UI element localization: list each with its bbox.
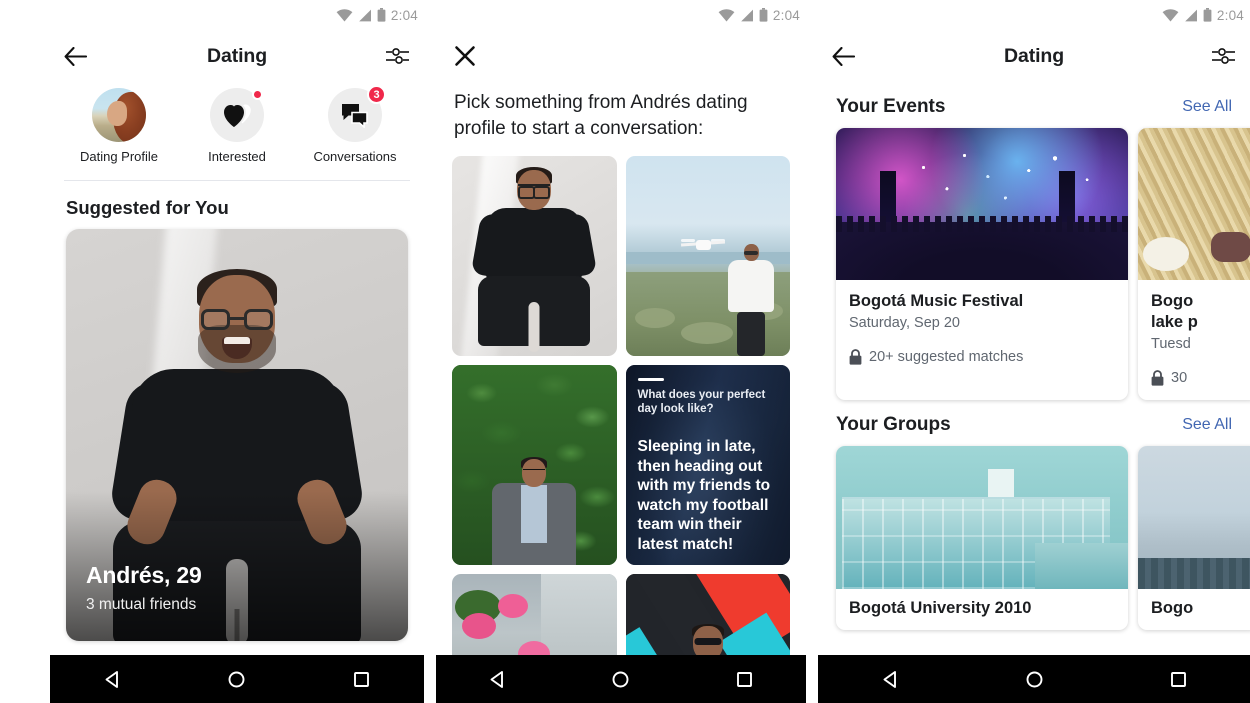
home-circle-icon[interactable]	[227, 670, 246, 689]
group-card[interactable]: Bogo	[1138, 446, 1250, 630]
photo-studio-portrait[interactable]	[452, 156, 617, 356]
shortcut-conversations[interactable]: 3 Conversations	[299, 85, 411, 164]
event-date: Saturday, Sep 20	[849, 315, 960, 331]
groups-carousel[interactable]: Bogotá University 2010 Bogo	[818, 446, 1250, 630]
app-bar: Dating	[50, 30, 424, 82]
lock-icon	[849, 349, 862, 365]
status-bar: 2:04	[818, 0, 1250, 30]
event-title-line2: lake p	[1151, 313, 1198, 331]
back-triangle-icon[interactable]	[881, 670, 900, 689]
phone-panel-dating-home: 2:04 Dating Dating Profile Interested 3 …	[50, 0, 424, 703]
recents-square-icon[interactable]	[1169, 670, 1188, 689]
status-bar: 2:04	[50, 0, 424, 30]
event-date: Tuesd	[1151, 336, 1191, 352]
event-matches: 30	[1171, 370, 1188, 386]
back-arrow-icon[interactable]	[64, 46, 87, 66]
filter-sliders-icon[interactable]	[1211, 46, 1236, 66]
signal-icon	[359, 9, 371, 21]
back-arrow-icon[interactable]	[832, 46, 855, 66]
status-bar: 2:04	[436, 0, 806, 30]
wifi-icon	[718, 8, 735, 21]
phone-panel-conversation-starter: 2:04 Pick something from Andrés dating p…	[436, 0, 806, 703]
profile-name: Andrés, 29	[86, 562, 202, 588]
page-title: Dating	[1003, 44, 1065, 67]
events-heading: Your Events	[836, 96, 946, 117]
filter-sliders-icon[interactable]	[385, 46, 410, 66]
wifi-icon	[1162, 8, 1179, 21]
group-card[interactable]: Bogotá University 2010	[836, 446, 1128, 630]
question-card[interactable]: What does your perfect day look like? Sl…	[625, 365, 790, 565]
suggested-section-title: Suggested for You	[66, 197, 229, 218]
status-time: 2:04	[1216, 7, 1244, 23]
page-title: Dating	[206, 44, 268, 67]
android-nav-bar	[818, 655, 1250, 703]
wifi-icon	[336, 8, 353, 21]
status-time: 2:04	[772, 7, 800, 23]
back-triangle-icon[interactable]	[488, 670, 507, 689]
android-nav-bar	[436, 655, 806, 703]
app-bar: Dating	[818, 30, 1250, 82]
group-title: Bogo	[1151, 599, 1194, 617]
event-matches: 20+ suggested matches	[869, 349, 1024, 365]
user-avatar	[92, 88, 146, 142]
battery-icon	[377, 8, 386, 22]
double-heart-icon	[210, 88, 264, 142]
groups-see-all-link[interactable]: See All	[1182, 416, 1232, 434]
signal-icon	[741, 9, 753, 21]
recents-square-icon[interactable]	[352, 670, 371, 689]
event-image	[836, 128, 1128, 280]
card-dash	[637, 378, 664, 381]
event-image	[1138, 128, 1250, 280]
profile-answer: Sleeping in late, then heading out with …	[637, 438, 771, 553]
shortcut-dating-profile[interactable]: Dating Profile	[63, 88, 175, 164]
close-x-icon[interactable]	[454, 45, 476, 72]
profile-content-grid: What does your perfect day look like? Sl…	[436, 156, 806, 703]
lock-icon	[1151, 370, 1164, 386]
events-section-header: Your Events See All	[818, 82, 1250, 128]
group-title: Bogotá University 2010	[849, 599, 1032, 617]
dialog-header	[436, 30, 806, 86]
event-title: Bogo	[1151, 292, 1194, 310]
profile-question: What does your perfect day look like?	[637, 389, 766, 415]
signal-icon	[1185, 9, 1197, 21]
event-title: Bogotá Music Festival	[849, 292, 1024, 310]
avatar-image	[92, 88, 146, 142]
shortcut-interested[interactable]: Interested	[181, 88, 293, 164]
dating-shortcuts: Dating Profile Interested 3 Conversation…	[50, 82, 424, 168]
battery-icon	[759, 8, 768, 22]
android-nav-bar	[50, 655, 424, 703]
event-card[interactable]: Bogotá Music Festival Saturday, Sep 20 2…	[836, 128, 1128, 400]
events-carousel[interactable]: Bogotá Music Festival Saturday, Sep 20 2…	[818, 128, 1250, 400]
photo-green-wall[interactable]	[452, 365, 617, 565]
status-time: 2:04	[390, 7, 418, 23]
events-see-all-link[interactable]: See All	[1182, 98, 1232, 116]
back-triangle-icon[interactable]	[103, 670, 122, 689]
shortcut-label: Interested	[208, 149, 266, 164]
mutual-friends-count: 3 mutual friends	[86, 596, 197, 613]
phone-panel-events-groups: 2:04 Dating Your Events See All Bogotá M…	[818, 0, 1250, 703]
battery-icon	[1203, 8, 1212, 22]
chat-bubbles-icon: 3	[328, 85, 386, 142]
group-image	[836, 446, 1128, 589]
screenshot-stage: 2:04 Dating Dating Profile Interested 3 …	[0, 0, 1250, 703]
recents-square-icon[interactable]	[735, 670, 754, 689]
groups-section-header: Your Groups See All	[818, 400, 1250, 446]
status-badge	[252, 89, 263, 100]
photo-drone-coast[interactable]	[625, 156, 790, 356]
groups-heading: Your Groups	[836, 414, 951, 435]
suggested-profile-card[interactable]: Andrés, 29 3 mutual friends	[66, 229, 408, 641]
shortcut-label: Conversations	[313, 149, 397, 164]
status-badge: 3	[367, 85, 386, 104]
home-circle-icon[interactable]	[1025, 670, 1044, 689]
group-image	[1138, 446, 1250, 589]
shortcut-label: Dating Profile	[79, 149, 159, 164]
home-circle-icon[interactable]	[611, 670, 630, 689]
event-card[interactable]: Bogo lake p Tuesd 30	[1138, 128, 1250, 400]
conversation-prompt: Pick something from Andrés dating profil…	[454, 92, 748, 139]
